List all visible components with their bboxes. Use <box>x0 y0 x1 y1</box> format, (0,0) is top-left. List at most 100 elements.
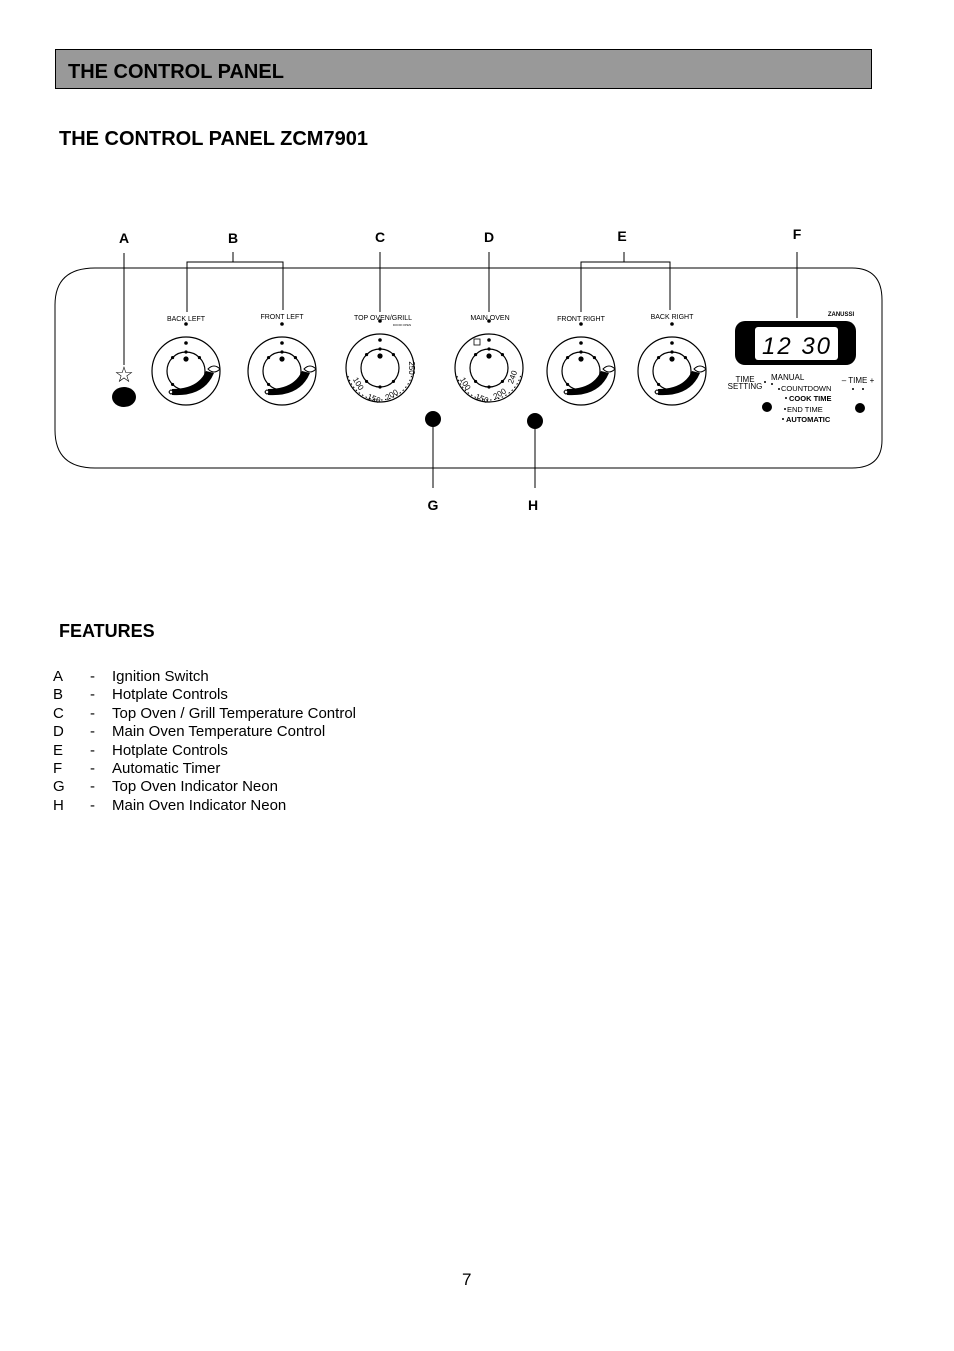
feature-letter: E <box>53 741 64 759</box>
back-right-knob[interactable] <box>637 322 707 406</box>
knob-notch <box>487 347 491 351</box>
front-left-knob[interactable] <box>247 322 317 406</box>
knob-notch <box>473 379 478 384</box>
position-dot <box>487 319 491 323</box>
knob-pointer <box>377 353 383 359</box>
callout-f: F <box>793 226 802 242</box>
main-oven-scale-200: 200 <box>492 386 509 401</box>
feature-description: Hotplate Controls <box>112 741 228 759</box>
mode-manual: MANUAL <box>771 373 805 382</box>
knob-mark <box>579 341 583 345</box>
time-setting-label-2: SETTING <box>728 382 763 391</box>
main-oven-scale-100: 100 <box>458 376 473 393</box>
feature-item: E - Hotplate Controls <box>53 742 356 760</box>
feature-dash: - <box>90 760 95 778</box>
feature-item: B - Hotplate Controls <box>53 686 356 704</box>
feature-description: Ignition Switch <box>112 668 209 685</box>
feature-description: Main Oven Indicator Neon <box>112 796 287 814</box>
control-panel-diagram: A B C D E F G H ☆ BACK LEFT FRONT LEFT T… <box>54 226 883 513</box>
page-number: 7 <box>462 1270 472 1289</box>
knob-mark <box>487 338 491 342</box>
knob-mark <box>280 341 284 345</box>
feature-letter: B <box>53 686 64 704</box>
small-flame-icon <box>168 389 174 395</box>
small-flame-icon <box>264 389 270 395</box>
feature-letter: G <box>53 778 65 796</box>
feature-dash: - <box>90 723 95 741</box>
mode-end-time: END TIME <box>787 405 823 414</box>
callout-h: H <box>528 497 538 513</box>
timer-display: 12 30 <box>762 333 832 360</box>
main-oven-neon <box>527 413 543 429</box>
time-setting-button[interactable] <box>762 402 772 412</box>
position-dot <box>280 322 284 326</box>
knob-notch <box>656 382 661 387</box>
knob-notch <box>170 355 175 360</box>
position-dot <box>670 322 674 326</box>
small-flame-icon <box>563 389 569 395</box>
light-symbol-icon <box>473 338 481 346</box>
feature-description: Automatic Timer <box>112 760 221 778</box>
knob-notch <box>197 355 202 360</box>
feature-item: C - Top Oven / Grill Temperature Control <box>53 705 356 723</box>
knob-notch <box>500 379 505 384</box>
heat-band <box>658 371 700 396</box>
time-adjust-button[interactable] <box>855 403 865 413</box>
knob-ring <box>454 333 524 403</box>
feature-dash: - <box>90 778 95 796</box>
feature-description: Top Oven / Grill Temperature Control <box>112 704 356 722</box>
knob-pointer <box>486 353 492 359</box>
ignition-switch[interactable]: ☆ <box>112 362 136 407</box>
knob-label-top-oven: TOP OVEN/GRILL <box>354 315 412 322</box>
knob-notch <box>579 350 583 354</box>
knob-label-front-right: FRONT RIGHT <box>557 316 605 323</box>
callout-e: E <box>617 228 626 244</box>
front-right-knob[interactable] <box>546 322 616 406</box>
knob-notch <box>683 355 688 360</box>
feature-dash: - <box>90 741 95 759</box>
knob-notch <box>280 350 284 354</box>
knob-notch <box>565 382 570 387</box>
knob-notch <box>500 352 505 357</box>
feature-letter: D <box>53 723 64 741</box>
heat-band <box>567 371 609 396</box>
back-left-knob[interactable] <box>151 322 221 406</box>
top-oven-knob[interactable] <box>345 319 415 403</box>
feature-letter: F <box>53 760 63 778</box>
top-oven-neon <box>425 411 441 427</box>
feature-letter: A <box>53 668 64 685</box>
knob-label-top-oven-sub: DOOR OPEN <box>393 323 411 327</box>
ignition-button[interactable] <box>112 387 136 407</box>
large-flame-icon <box>602 365 616 373</box>
knob-notch <box>364 379 369 384</box>
feature-description: Hotplate Controls <box>112 686 228 704</box>
feature-item: A - Ignition Switch <box>53 668 356 686</box>
knob-notch <box>487 385 491 389</box>
main-oven-scale-150: 150 <box>474 392 490 405</box>
knob-pointer <box>183 356 189 362</box>
callout-c: C <box>375 229 385 245</box>
top-oven-scale-250: 250 <box>407 361 416 375</box>
mode-automatic: AUTOMATIC <box>786 415 831 424</box>
position-dot <box>184 322 188 326</box>
callout-a: A <box>119 230 129 246</box>
knob-label-back-right: BACK RIGHT <box>651 314 695 321</box>
time-adjust-label: – TIME + <box>842 376 875 385</box>
small-flame-icon <box>654 389 660 395</box>
feature-description: Top Oven Indicator Neon <box>112 778 278 796</box>
top-oven-scale-200: 200 <box>384 387 401 402</box>
callout-b: B <box>228 230 238 246</box>
large-flame-icon <box>693 365 707 373</box>
knob-notch <box>656 355 661 360</box>
knob-notch <box>670 350 674 354</box>
knob-mark <box>670 341 674 345</box>
knob-notch <box>391 379 396 384</box>
feature-description: Main Oven Temperature Control <box>112 723 326 741</box>
knob-notch <box>378 347 382 351</box>
knob-notch <box>473 352 478 357</box>
knob-notch <box>364 352 369 357</box>
panel-outline <box>54 267 883 469</box>
callout-d: D <box>484 229 494 245</box>
spark-star-icon: ☆ <box>114 362 134 387</box>
knob-pointer <box>279 356 285 362</box>
